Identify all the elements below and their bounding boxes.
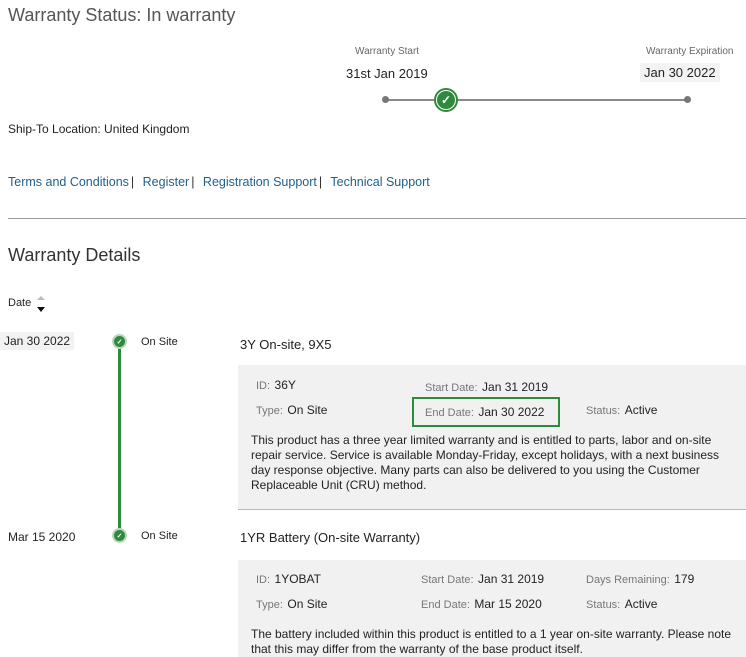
start-date-value: Jan 31 2019 xyxy=(478,572,545,586)
status-label: Status: xyxy=(586,599,621,611)
support-links: Terms and Conditions | Register | Registra… xyxy=(8,175,430,189)
end-date-value: Mar 15 2020 xyxy=(474,597,542,611)
start-date-value: Jan 31 2019 xyxy=(482,380,549,394)
warranty-start-label: Warranty Start xyxy=(355,46,420,57)
status-value: Active xyxy=(624,597,658,611)
end-date-value: Jan 30 2022 xyxy=(478,405,545,419)
terms-link[interactable]: Terms and Conditions xyxy=(8,175,129,189)
start-date-field: Start Date: Jan 31 2019 xyxy=(425,378,548,396)
type-field: Type: On Site xyxy=(256,595,327,613)
type-field: Type: On Site xyxy=(256,401,327,419)
start-date-field: Start Date: Jan 31 2019 xyxy=(421,570,544,588)
page-title: Warranty Status: In warranty xyxy=(8,5,236,25)
item-title: 1YR Battery (On-site Warranty) xyxy=(240,530,421,545)
item-title: 3Y On-site, 9X5 xyxy=(240,337,332,352)
type-value: On Site xyxy=(287,597,328,611)
days-remaining-label: Days Remaining: xyxy=(586,574,670,586)
status-value: Active xyxy=(624,403,658,417)
end-date-label: End Date: xyxy=(421,599,470,611)
end-date-field: End Date: Jan 30 2022 xyxy=(425,403,544,421)
item-date: Mar 15 2020 xyxy=(8,530,76,544)
type-label: Type: xyxy=(256,599,283,611)
item-date: Jan 30 2022 xyxy=(0,332,75,350)
check-icon: ✓ xyxy=(112,528,127,543)
link-separator: | xyxy=(130,175,135,189)
status-label: Status: xyxy=(586,405,621,417)
days-remaining-field: Days Remaining: 179 xyxy=(586,570,694,588)
registration-support-link[interactable]: Registration Support xyxy=(203,175,317,189)
timeline-start-dot xyxy=(382,96,389,103)
check-icon: ✓ xyxy=(112,334,127,349)
sort-ascending-icon[interactable] xyxy=(37,296,45,300)
link-separator: | xyxy=(318,175,323,189)
start-date-label: Start Date: xyxy=(421,574,474,586)
end-date-label: End Date: xyxy=(425,407,474,419)
warranty-expiration-label: Warranty Expiration xyxy=(646,46,734,57)
ship-to-location: Ship-To Location: United Kingdom xyxy=(8,122,190,136)
sort-descending-icon[interactable] xyxy=(37,307,45,312)
warranty-expiration-date: Jan 30 2022 xyxy=(640,63,720,82)
status-field: Status: Active xyxy=(586,595,657,613)
id-value: 1YOBAT xyxy=(274,572,321,586)
id-field: ID: 1YOBAT xyxy=(256,570,321,588)
id-value: 36Y xyxy=(274,378,296,392)
id-label: ID: xyxy=(256,380,271,392)
details-timeline-line xyxy=(118,342,121,537)
item-description: The battery included within this product… xyxy=(251,627,732,656)
id-field: ID: 36Y xyxy=(256,376,296,394)
warranty-item-panel: ID: 1YOBAT Start Date: Jan 31 2019 Days … xyxy=(238,560,746,657)
warranty-details-heading: Warranty Details xyxy=(8,245,141,265)
warranty-start-date: 31st Jan 2019 xyxy=(346,66,428,81)
end-date-field: End Date: Mar 15 2020 xyxy=(421,595,542,613)
current-status-check-icon: ✓ xyxy=(434,88,458,112)
item-type: On Site xyxy=(141,336,178,348)
divider xyxy=(8,218,746,219)
status-field: Status: Active xyxy=(586,401,657,419)
item-description: This product has a three year limited wa… xyxy=(251,433,719,492)
start-date-label: Start Date: xyxy=(425,382,478,394)
register-link[interactable]: Register xyxy=(143,175,190,189)
sort-by-date-button[interactable]: Date xyxy=(8,297,31,309)
item-type: On Site xyxy=(141,530,178,542)
warranty-timeline-bar xyxy=(386,99,688,101)
checkmark-icon: ✓ xyxy=(437,91,455,109)
id-label: ID: xyxy=(256,574,271,586)
technical-support-link[interactable]: Technical Support xyxy=(330,175,429,189)
days-remaining-value: 179 xyxy=(674,572,695,586)
type-value: On Site xyxy=(287,403,328,417)
warranty-item-panel: ID: 36Y Start Date: Jan 31 2019 Type: On… xyxy=(238,365,746,510)
link-separator: | xyxy=(191,175,195,189)
type-label: Type: xyxy=(256,405,283,417)
timeline-end-dot xyxy=(684,96,691,103)
